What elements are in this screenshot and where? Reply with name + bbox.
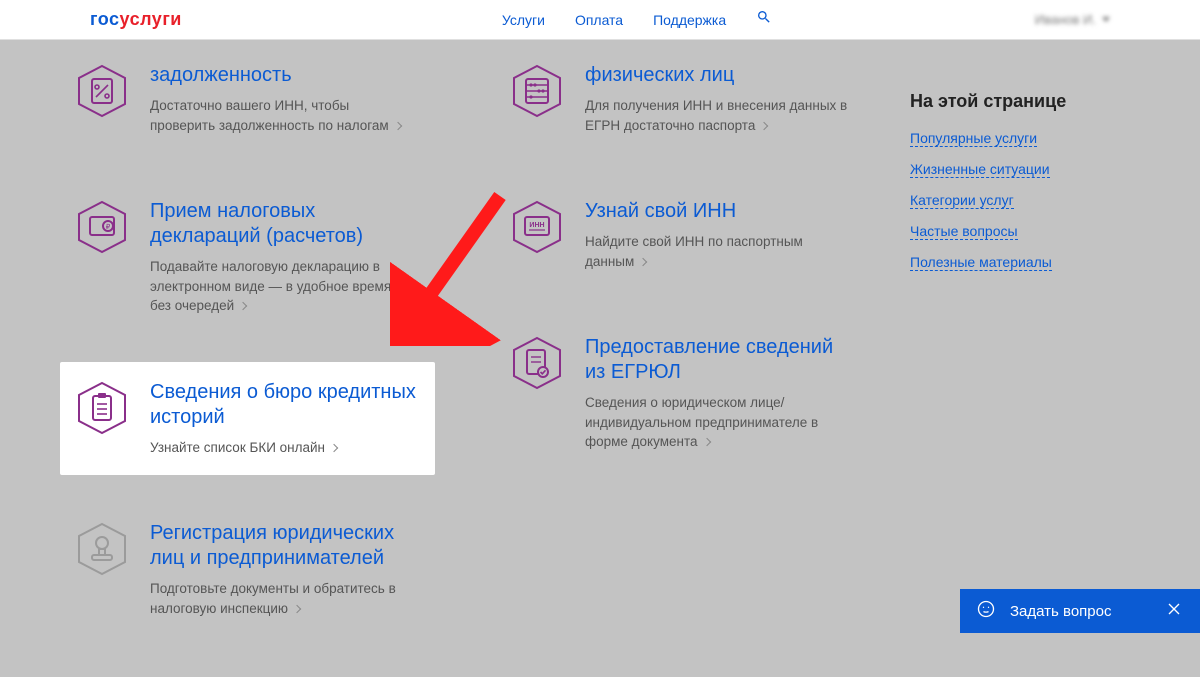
service-egrul[interactable]: Предоставление сведений из ЕГРЮЛ Сведени…: [495, 317, 870, 470]
service-tax-debt[interactable]: задолженность Достаточно вашего ИНН, что…: [60, 45, 435, 153]
svg-text:ИНН: ИНН: [529, 222, 544, 229]
chevron-right-icon: [293, 605, 301, 613]
page-body: задолженность Достаточно вашего ИНН, что…: [0, 40, 1200, 677]
sidebar-link-faq[interactable]: Частые вопросы: [910, 223, 1018, 240]
nav-services[interactable]: Услуги: [502, 12, 545, 28]
service-credit-bureau[interactable]: Сведения о бюро кредитных историй Узнайт…: [60, 362, 435, 476]
page-sidebar: На этой странице Популярные услуги Жизне…: [910, 45, 1140, 637]
sidebar-link-popular[interactable]: Популярные услуги: [910, 130, 1037, 147]
logo-right: услуги: [120, 9, 182, 29]
service-desc: Подготовьте документы и обратитесь в нал…: [150, 579, 417, 618]
service-body: физических лиц Для получения ИНН и внесе…: [585, 63, 852, 135]
service-title: физических лиц: [585, 63, 852, 88]
service-title: Узнай свой ИНН: [585, 199, 852, 224]
service-desc: Для получения ИНН и внесения данных в ЕГ…: [585, 96, 852, 135]
service-body: Регистрация юридических лиц и предприним…: [150, 521, 417, 618]
service-individuals[interactable]: физических лиц Для получения ИНН и внесе…: [495, 45, 870, 153]
chevron-right-icon: [239, 302, 247, 310]
services-col-1: задолженность Достаточно вашего ИНН, что…: [60, 45, 435, 637]
service-desc: Подавайте налоговую декларацию в электро…: [150, 257, 417, 316]
service-body: Узнай свой ИНН Найдите свой ИНН по паспо…: [585, 199, 852, 271]
ask-label: Задать вопрос: [1010, 603, 1111, 620]
stamp-icon: [74, 521, 130, 577]
abacus-icon: [509, 63, 565, 119]
services-grid: задолженность Достаточно вашего ИНН, что…: [60, 45, 870, 637]
service-desc: Найдите свой ИНН по паспортным данным: [585, 232, 852, 271]
service-body: Сведения о бюро кредитных историй Узнайт…: [150, 380, 417, 458]
logo-left: гос: [90, 9, 120, 29]
chevron-right-icon: [393, 121, 401, 129]
service-title: Предоставление сведений из ЕГРЮЛ: [585, 335, 852, 385]
inn-card-icon: ИНН: [509, 199, 565, 255]
search-icon[interactable]: [756, 9, 772, 30]
chevron-right-icon: [760, 121, 768, 129]
service-title: Регистрация юридических лиц и предприним…: [150, 521, 417, 571]
chevron-down-icon: [1102, 17, 1110, 22]
nav-payment[interactable]: Оплата: [575, 12, 623, 28]
service-business-registration[interactable]: Регистрация юридических лиц и предприним…: [60, 503, 435, 636]
ruble-doc-icon: ₽: [74, 199, 130, 255]
service-desc: Достаточно вашего ИНН, чтобы проверить з…: [150, 96, 417, 135]
chat-face-icon: [976, 599, 996, 623]
service-title: Прием налоговых деклараций (расчетов): [150, 199, 417, 249]
svg-text:₽: ₽: [106, 223, 111, 231]
service-body: Предоставление сведений из ЕГРЮЛ Сведени…: [585, 335, 852, 452]
sidebar-link-life[interactable]: Жизненные ситуации: [910, 161, 1050, 178]
nav-support[interactable]: Поддержка: [653, 12, 726, 28]
close-icon[interactable]: [1164, 599, 1184, 623]
main-nav: Услуги Оплата Поддержка: [502, 9, 772, 30]
sidebar-heading: На этой странице: [910, 91, 1140, 112]
chevron-right-icon: [639, 257, 647, 265]
chevron-right-icon: [330, 444, 338, 452]
service-tax-declarations[interactable]: ₽ Прием налоговых деклараций (расчетов) …: [60, 181, 435, 334]
user-menu[interactable]: Иванов И.: [1035, 12, 1110, 27]
user-name: Иванов И.: [1035, 12, 1096, 27]
sidebar-link-categories[interactable]: Категории услуг: [910, 192, 1014, 209]
service-desc: Узнайте список БКИ онлайн: [150, 438, 417, 458]
clipboard-list-icon: [74, 380, 130, 436]
service-desc: Сведения о юридическом лице/индивидуальн…: [585, 393, 852, 452]
ask-question-bar[interactable]: Задать вопрос: [960, 589, 1200, 633]
topbar: госуслуги Услуги Оплата Поддержка Иванов…: [0, 0, 1200, 40]
service-body: задолженность Достаточно вашего ИНН, что…: [150, 63, 417, 135]
service-title: Сведения о бюро кредитных историй: [150, 380, 417, 430]
service-body: Прием налоговых деклараций (расчетов) По…: [150, 199, 417, 316]
percent-doc-icon: [74, 63, 130, 119]
logo[interactable]: госуслуги: [90, 9, 182, 30]
services-col-2: физических лиц Для получения ИНН и внесе…: [495, 45, 870, 637]
service-find-inn[interactable]: ИНН Узнай свой ИНН Найдите свой ИНН по п…: [495, 181, 870, 289]
doc-check-icon: [509, 335, 565, 391]
sidebar-link-materials[interactable]: Полезные материалы: [910, 254, 1052, 271]
service-title: задолженность: [150, 63, 417, 88]
chevron-right-icon: [702, 438, 710, 446]
